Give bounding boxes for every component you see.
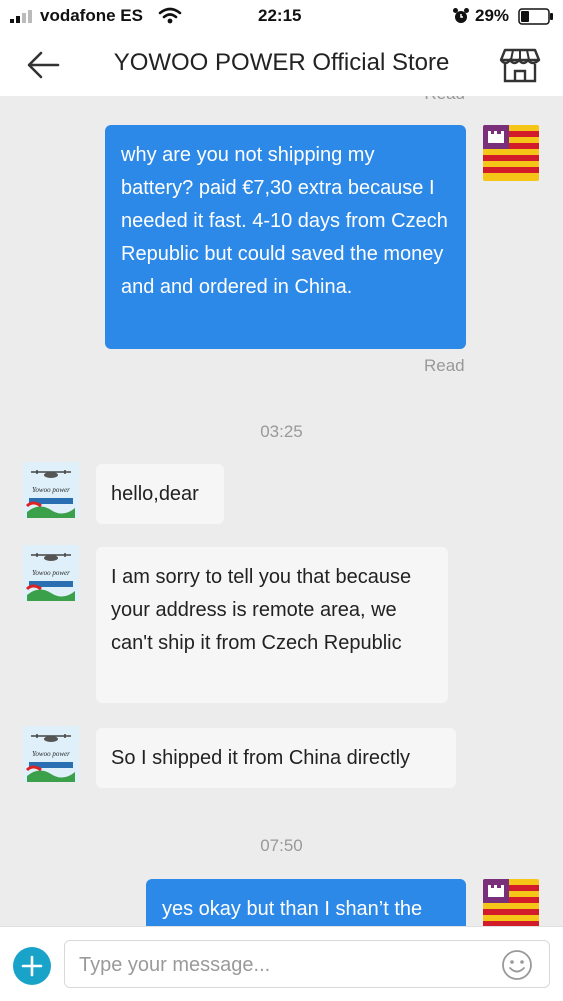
incoming-message[interactable]: hello,dear	[96, 464, 224, 524]
plus-icon	[21, 955, 43, 977]
svg-text:Yowoo power: Yowoo power	[32, 750, 70, 758]
store-avatar-icon[interactable]: Yowoo power	[23, 545, 79, 601]
signal-strength-icon	[10, 10, 32, 23]
status-time: 22:15	[258, 6, 302, 25]
add-attachment-button[interactable]	[13, 947, 51, 985]
timestamp: 03:25	[260, 422, 303, 441]
incoming-message[interactable]: So I shipped it from China directly	[96, 728, 456, 788]
store-avatar-icon[interactable]: Yowoo power	[23, 462, 79, 518]
svg-text:Yowoo power: Yowoo power	[32, 569, 70, 577]
outgoing-message[interactable]: yes okay but than I shan’t the	[146, 879, 466, 926]
emoji-icon[interactable]	[501, 949, 533, 981]
message-input[interactable]	[77, 949, 501, 981]
chat-header: YOWOO POWER Official Store	[0, 32, 563, 96]
wifi-icon	[158, 7, 182, 24]
store-icon[interactable]	[499, 46, 541, 84]
page-title: YOWOO POWER Official Store	[113, 49, 450, 76]
status-bar: vodafone ES 22:15 29%	[0, 0, 563, 32]
outgoing-message[interactable]: why are you not shipping my battery? pai…	[105, 125, 466, 349]
timestamp: 07:50	[260, 836, 303, 855]
battery-icon	[518, 8, 553, 25]
svg-text:Yowoo power: Yowoo power	[32, 486, 70, 494]
message-input-bar	[0, 926, 563, 1001]
read-receipt: Read	[424, 96, 465, 104]
carrier-name: vodafone ES	[40, 6, 143, 25]
read-receipt: Read	[424, 356, 465, 375]
battery-percent: 29%	[475, 6, 510, 25]
incoming-message[interactable]: I am sorry to tell you that because your…	[96, 547, 448, 703]
alarm-icon	[453, 8, 469, 23]
store-avatar-icon[interactable]: Yowoo power	[23, 726, 79, 782]
user-avatar-flag-icon[interactable]	[483, 879, 539, 926]
user-avatar-flag-icon[interactable]	[483, 125, 539, 181]
chat-messages[interactable]: Read why are you not shipping my battery…	[0, 96, 563, 926]
message-field[interactable]	[64, 940, 550, 988]
